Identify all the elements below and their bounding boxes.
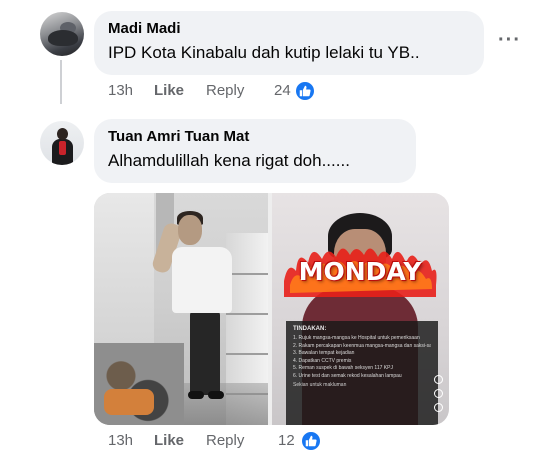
comment-timestamp[interactable]: 13h <box>108 82 133 99</box>
comment-bubble: Tuan Amri Tuan Mat Alhamdulillah kena ri… <box>94 119 416 183</box>
info-panel: TINDAKAN: 1. Rujuk mangsa-mangsa ke Hosp… <box>286 321 438 425</box>
comment-text: Alhamdulillah kena rigat doh...... <box>108 151 350 170</box>
panel-item: 3. Bawalan tempat kejadian <box>293 350 355 356</box>
panel-footer: Sekian untuk makluman <box>293 382 347 388</box>
comment-text: IPD Kota Kinabalu dah kutip lelaki tu YB… <box>108 43 420 62</box>
avatar[interactable] <box>40 12 84 56</box>
reply-button[interactable]: Reply <box>206 432 244 449</box>
thumbs-up-icon[interactable] <box>300 430 322 452</box>
suspect-photo: MONDAY TINDAKAN: 1. Rujuk mangsa-mangsa … <box>272 193 449 425</box>
reply-button[interactable]: Reply <box>206 82 244 99</box>
panel-item: 5. Reman suspek di bawah seksyen 117 KPJ <box>293 365 393 371</box>
comment-author[interactable]: Tuan Amri Tuan Mat <box>108 128 249 145</box>
panel-item: 2. Rakam percakapan keenmua mangsa-mangs… <box>293 342 431 349</box>
comment-timestamp[interactable]: 13h <box>108 432 133 449</box>
reaction-count[interactable]: 24 <box>274 82 291 99</box>
overlay-icons <box>432 375 446 415</box>
panel-item: 6. Urine test dan semak rekod kesalahan … <box>293 372 402 379</box>
comment-attachment-image[interactable]: MONDAY TINDAKAN: 1. Rujuk mangsa-mangsa … <box>94 193 449 425</box>
panel-item: 4. Dapatkan CCTV premis <box>293 357 352 364</box>
thread-connector <box>60 60 62 104</box>
avatar[interactable] <box>40 121 84 165</box>
panel-title: TINDAKAN: <box>293 326 327 332</box>
comment-author[interactable]: Madi Madi <box>108 20 181 37</box>
banner-text: MONDAY <box>298 256 422 286</box>
like-button[interactable]: Like <box>154 82 184 99</box>
more-options-icon[interactable]: ··· <box>498 30 521 50</box>
like-button[interactable]: Like <box>154 432 184 449</box>
cctv-photo <box>94 193 268 425</box>
panel-item: 1. Rujuk mangsa-mangsa ke Hospital untuk… <box>293 335 420 341</box>
thumbs-up-icon[interactable] <box>294 80 316 102</box>
reaction-count[interactable]: 12 <box>278 432 295 449</box>
comment-bubble: Madi Madi IPD Kota Kinabalu dah kutip le… <box>94 11 484 75</box>
